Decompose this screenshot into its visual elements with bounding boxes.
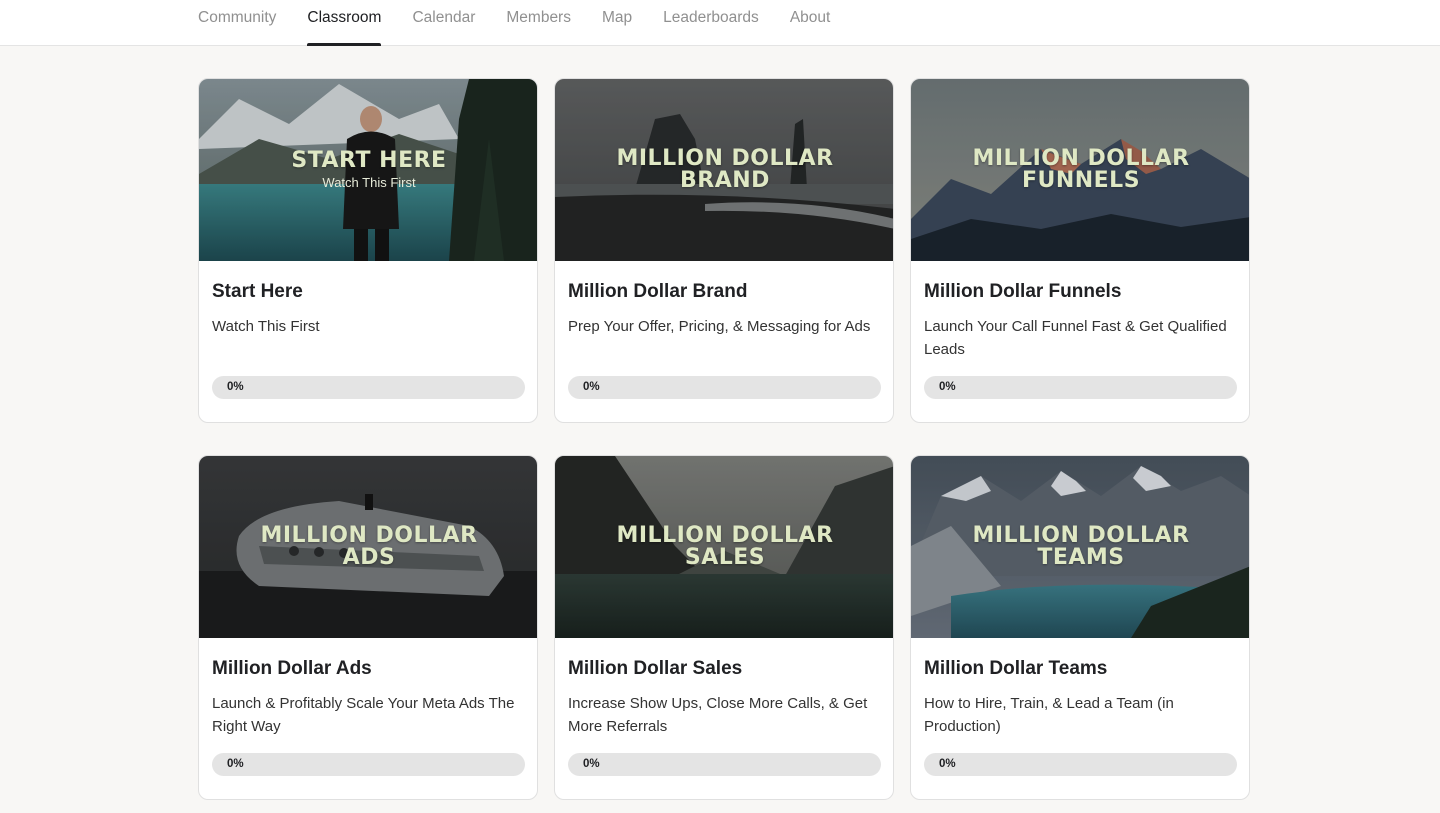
progress-bar: 0% bbox=[568, 376, 881, 399]
course-thumbnail: START HERE Watch This First bbox=[199, 79, 537, 261]
course-thumbnail: MILLION DOLLAR SALES bbox=[555, 456, 893, 638]
banner-title: MILLION DOLLAR SALES bbox=[616, 523, 834, 570]
progress-label: 0% bbox=[227, 381, 244, 393]
tab-members[interactable]: Members bbox=[506, 0, 571, 46]
course-thumbnail: MILLION DOLLAR BRAND bbox=[555, 79, 893, 261]
course-title: Start Here bbox=[212, 281, 303, 302]
banner-title: MILLION DOLLAR ADS bbox=[260, 523, 478, 570]
nav-tabs: Community Classroom Calendar Members Map… bbox=[198, 0, 861, 46]
course-title: Million Dollar Ads bbox=[212, 658, 372, 679]
course-description: Watch This First bbox=[212, 318, 320, 335]
tab-community[interactable]: Community bbox=[198, 0, 276, 46]
course-card-million-dollar-sales[interactable]: MILLION DOLLAR SALES Million Dollar Sale… bbox=[554, 455, 894, 800]
progress-bar: 0% bbox=[924, 376, 1237, 399]
course-title: Million Dollar Sales bbox=[568, 658, 743, 679]
course-banner: MILLION DOLLAR TEAMS bbox=[911, 456, 1249, 638]
banner-title: MILLION DOLLAR TEAMS bbox=[972, 523, 1190, 570]
course-card-million-dollar-funnels[interactable]: MILLION DOLLAR FUNNELS Million Dollar Fu… bbox=[910, 78, 1250, 423]
banner-title: MILLION DOLLAR FUNNELS bbox=[972, 146, 1190, 193]
tab-map[interactable]: Map bbox=[602, 0, 632, 46]
course-banner: MILLION DOLLAR ADS bbox=[199, 456, 537, 638]
course-description: Prep Your Offer, Pricing, & Messaging fo… bbox=[568, 318, 871, 335]
course-card-million-dollar-brand[interactable]: MILLION DOLLAR BRAND Million Dollar Bran… bbox=[554, 78, 894, 423]
progress-bar: 0% bbox=[924, 753, 1237, 776]
course-banner: MILLION DOLLAR BRAND bbox=[555, 79, 893, 261]
course-title: Million Dollar Funnels bbox=[924, 281, 1122, 302]
course-description: Increase Show Ups, Close More Calls, & G… bbox=[568, 695, 868, 735]
course-title: Million Dollar Teams bbox=[924, 658, 1108, 679]
course-grid: START HERE Watch This First Start Here W… bbox=[198, 78, 1250, 800]
progress-bar: 0% bbox=[568, 753, 881, 776]
course-banner: MILLION DOLLAR SALES bbox=[555, 456, 893, 638]
banner-title: MILLION DOLLAR BRAND bbox=[616, 146, 834, 193]
banner-subtitle: Watch This First bbox=[322, 175, 416, 190]
progress-label: 0% bbox=[939, 381, 956, 393]
tab-about[interactable]: About bbox=[790, 0, 831, 46]
progress-bar: 0% bbox=[212, 376, 525, 399]
top-navigation: Community Classroom Calendar Members Map… bbox=[0, 0, 1440, 46]
course-thumbnail: MILLION DOLLAR FUNNELS bbox=[911, 79, 1249, 261]
course-banner: START HERE Watch This First bbox=[199, 79, 537, 261]
progress-label: 0% bbox=[939, 758, 956, 770]
progress-label: 0% bbox=[227, 758, 244, 770]
course-description: How to Hire, Train, & Lead a Team (in Pr… bbox=[924, 695, 1174, 735]
course-description: Launch & Profitably Scale Your Meta Ads … bbox=[212, 695, 515, 735]
progress-bar: 0% bbox=[212, 753, 525, 776]
progress-label: 0% bbox=[583, 381, 600, 393]
tab-classroom[interactable]: Classroom bbox=[307, 0, 382, 46]
course-card-start-here[interactable]: START HERE Watch This First Start Here W… bbox=[198, 78, 538, 423]
course-card-million-dollar-ads[interactable]: MILLION DOLLAR ADS Million Dollar Ads La… bbox=[198, 455, 538, 800]
course-thumbnail: MILLION DOLLAR ADS bbox=[199, 456, 537, 638]
tab-calendar[interactable]: Calendar bbox=[412, 0, 475, 46]
course-title: Million Dollar Brand bbox=[568, 281, 748, 302]
course-card-million-dollar-teams[interactable]: MILLION DOLLAR TEAMS Million Dollar Team… bbox=[910, 455, 1250, 800]
banner-title: START HERE bbox=[291, 148, 447, 173]
tab-leaderboards[interactable]: Leaderboards bbox=[663, 0, 759, 46]
course-thumbnail: MILLION DOLLAR TEAMS bbox=[911, 456, 1249, 638]
course-banner: MILLION DOLLAR FUNNELS bbox=[911, 79, 1249, 261]
progress-label: 0% bbox=[583, 758, 600, 770]
course-description: Launch Your Call Funnel Fast & Get Quali… bbox=[924, 318, 1227, 358]
